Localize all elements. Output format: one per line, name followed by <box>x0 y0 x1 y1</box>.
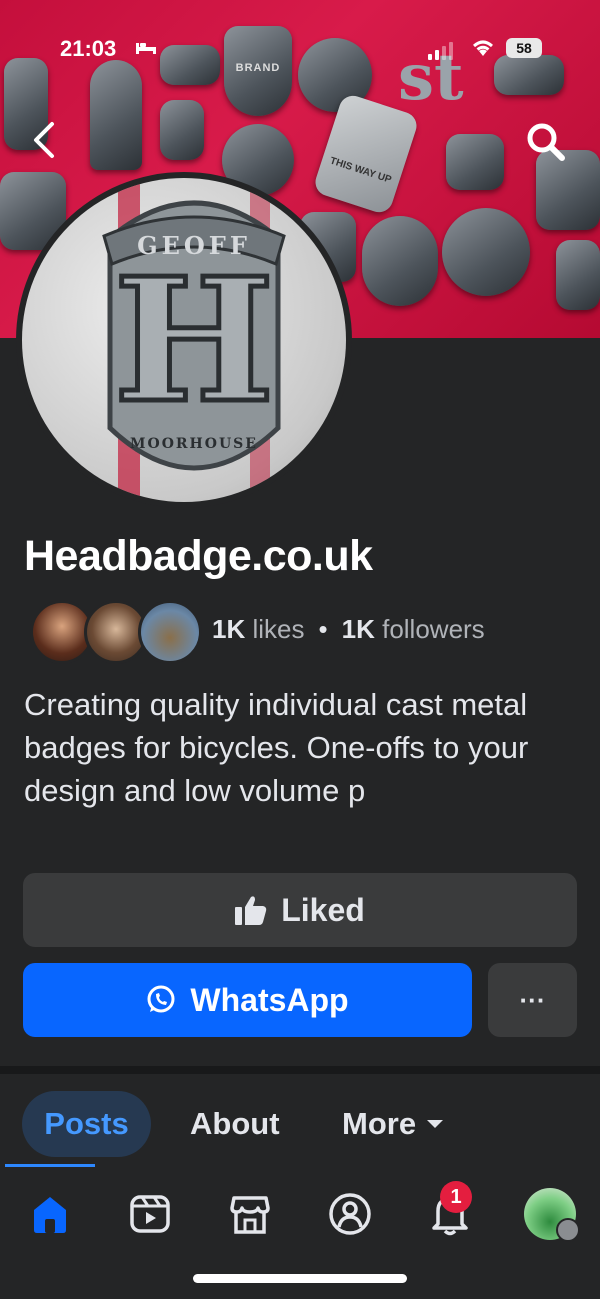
wifi-icon <box>470 36 496 64</box>
followers-count: 1K <box>341 614 375 644</box>
battery-indicator: 58 <box>506 38 542 58</box>
thumbs-up-icon <box>235 896 267 925</box>
marketplace-icon <box>230 1196 270 1234</box>
whatsapp-label: WhatsApp <box>190 981 349 1018</box>
nav-profile-menu[interactable] <box>522 1186 580 1242</box>
search-icon <box>527 123 565 161</box>
liker-avatars[interactable] <box>30 600 202 664</box>
groups-icon <box>329 1193 371 1235</box>
profile-avatar[interactable]: GEOFF H MOORHOUSE <box>22 178 346 502</box>
more-options-button[interactable]: ··· <box>488 963 577 1037</box>
home-icon <box>34 1197 66 1233</box>
status-bar: 21:03 58 <box>0 28 600 68</box>
home-indicator[interactable] <box>193 1274 407 1283</box>
liked-label: Liked <box>281 891 365 928</box>
cover-badge <box>90 60 142 170</box>
whatsapp-icon <box>147 985 175 1013</box>
active-tab-indicator <box>5 1164 95 1167</box>
search-button[interactable] <box>522 118 570 166</box>
avatar <box>138 600 202 664</box>
page-bio[interactable]: Creating quality individual cast metal b… <box>24 683 584 812</box>
back-button[interactable] <box>26 118 66 162</box>
cover-badge <box>556 240 600 310</box>
nav-video[interactable] <box>122 1186 178 1242</box>
headbadge-logo-image: GEOFF H MOORHOUSE <box>102 178 286 502</box>
whatsapp-button[interactable]: WhatsApp <box>23 963 472 1037</box>
nav-home[interactable] <box>22 1186 78 1242</box>
more-options-icon: ··· <box>519 984 546 1015</box>
cover-badge <box>362 216 438 306</box>
nav-marketplace[interactable] <box>222 1186 278 1242</box>
likes-count: 1K <box>212 614 246 644</box>
stats-separator: • <box>318 614 328 644</box>
cover-badge <box>442 208 530 296</box>
followers-label: followers <box>382 614 485 644</box>
status-time: 21:03 <box>60 36 117 61</box>
video-icon <box>130 1195 170 1233</box>
bed-icon <box>136 38 156 59</box>
page-title: Headbadge.co.uk <box>24 532 373 580</box>
profile-avatar-icon <box>524 1188 580 1242</box>
section-divider <box>0 1066 600 1074</box>
tab-posts[interactable]: Posts <box>22 1091 151 1157</box>
svg-text:H: H <box>114 241 275 441</box>
cover-badge <box>160 100 204 160</box>
tab-more[interactable]: More <box>342 1091 444 1157</box>
signal-icon <box>428 42 453 60</box>
caret-down-icon <box>427 1120 444 1128</box>
page-stats[interactable]: 1K likes • 1K followers <box>212 614 485 645</box>
nav-groups[interactable] <box>322 1186 378 1242</box>
cover-badge <box>446 134 504 190</box>
tab-about[interactable]: About <box>190 1091 280 1157</box>
profile-tabs: Posts About More <box>0 1074 600 1170</box>
back-icon <box>34 122 54 158</box>
svg-text:MOORHOUSE: MOORHOUSE <box>130 436 258 452</box>
liked-button[interactable]: Liked <box>23 873 577 947</box>
likes-label: likes <box>252 614 305 644</box>
notification-count-badge: 1 <box>440 1181 472 1213</box>
menu-badge-icon <box>556 1218 580 1242</box>
